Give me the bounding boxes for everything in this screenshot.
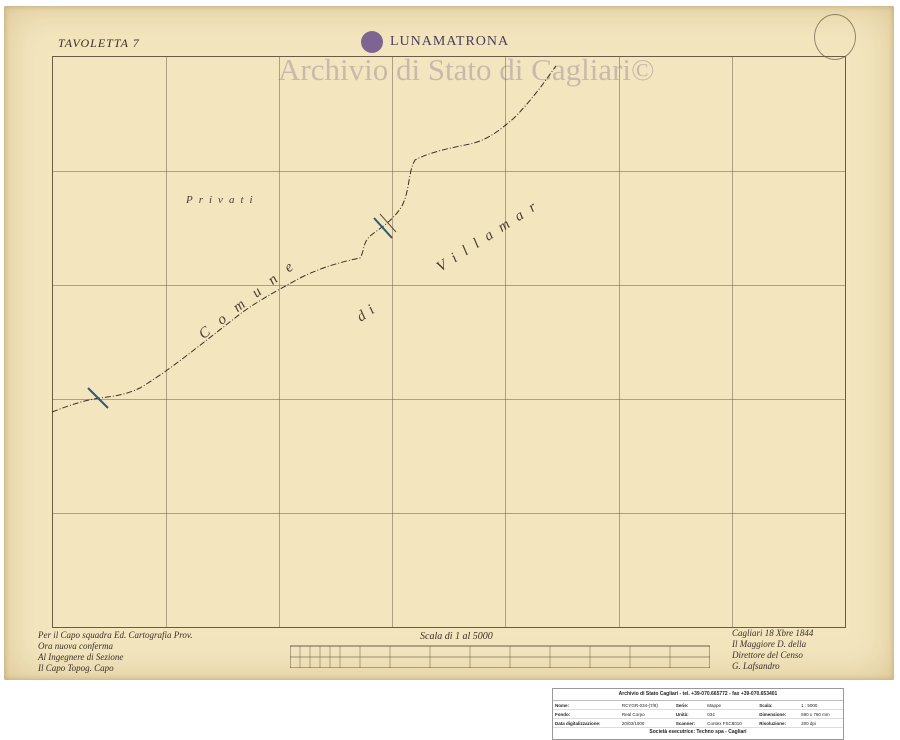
signature-line: Al Ingegnere di Sezione xyxy=(38,652,124,662)
signature-right: Cagliari 18 Xbre 1844 Il Maggiore D. del… xyxy=(732,628,882,672)
signature-line: G. Lafsandro xyxy=(732,661,780,671)
area-label-privati: Privati xyxy=(186,194,259,206)
archive-metadata-table: Nome: RCYGR-034-(7/8) Serie: Mappe Scala… xyxy=(553,701,843,728)
signature-line: Il Maggiore D. della xyxy=(732,639,807,649)
scale-bar xyxy=(290,645,710,668)
signature-line: Ora nuova conferma xyxy=(38,641,113,651)
archive-footer-line: Società esecutrice: Techno spa - Cagliar… xyxy=(649,729,747,735)
signature-line: Per il Capo squadra Ed. Cartografia Prov… xyxy=(38,630,193,640)
signature-line: Il Capo Topog. Capo xyxy=(38,663,114,673)
table-row: Nome: RCYGR-034-(7/8) Serie: Mappe Scala… xyxy=(553,701,843,710)
signature-line: Direttore del Censo xyxy=(732,650,803,660)
table-row: Fondo: Real Corpo Unità: 034 Dimensione:… xyxy=(553,709,843,719)
signature-left: Per il Capo squadra Ed. Cartografia Prov… xyxy=(38,630,248,674)
archive-info-panel: Archivio di Stato Cagliari - tel. +39-07… xyxy=(552,688,844,740)
table-row: Data digitalizzazione: 20/03/1000 Scanne… xyxy=(553,718,843,728)
archive-header: Archivio di Stato Cagliari - tel. +39-07… xyxy=(553,689,843,701)
signature-line: Cagliari 18 Xbre 1844 xyxy=(732,628,814,638)
